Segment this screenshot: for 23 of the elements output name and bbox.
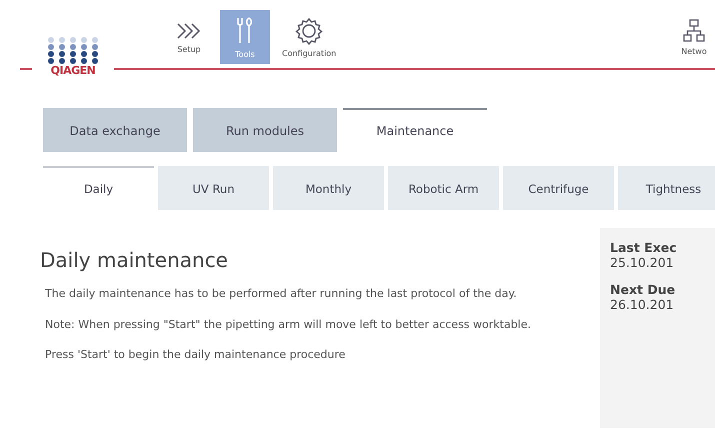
logo-text: QIAGEN xyxy=(50,65,96,77)
paragraph: Note: When pressing "Start" the pipetting arm will move left to better access worktable. xyxy=(45,316,532,332)
nav-button[interactable]: Setup xyxy=(164,10,214,64)
field-value: 26.10.201 xyxy=(610,297,675,312)
chevrons-icon xyxy=(176,20,202,40)
tab[interactable]: Monthly xyxy=(273,166,384,210)
network-button[interactable]: Netwo xyxy=(669,10,715,64)
tab[interactable]: Data exchange xyxy=(43,108,187,152)
tab[interactable]: Run modules xyxy=(193,108,337,152)
field-value: 25.10.201 xyxy=(610,255,675,270)
field-label: Next Due xyxy=(610,282,676,297)
field-label: Last Exec xyxy=(610,240,678,255)
section-title: Daily maintenance xyxy=(40,248,229,272)
paragraph: The daily maintenance has to be performed after running the last protocol of the day. xyxy=(45,286,518,302)
paragraph: Press 'Start' to begin the daily maintenance procedure xyxy=(45,347,346,363)
gear-icon xyxy=(295,16,324,44)
tab[interactable]: UV Run xyxy=(158,166,269,210)
nav-button[interactable]: Configuration xyxy=(276,10,342,64)
tab[interactable]: Robotic Arm xyxy=(388,166,499,210)
network-icon xyxy=(683,18,705,42)
logo-dots-icon xyxy=(46,36,100,64)
tab[interactable]: Centrifuge xyxy=(503,166,614,210)
tab[interactable]: Tightness xyxy=(618,166,715,210)
